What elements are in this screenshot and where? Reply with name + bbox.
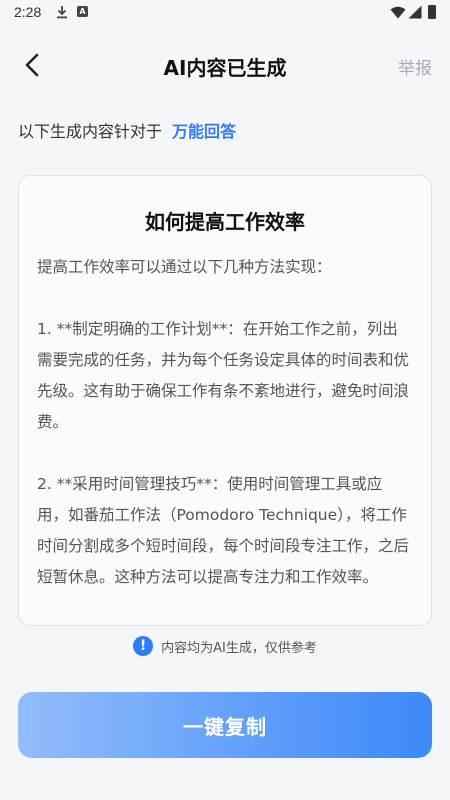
target-prefix: 以下生成内容针对于 <box>18 122 163 141</box>
content-card[interactable]: 如何提高工作效率 提高工作效率可以通过以下几种方法实现： 1. **制定明确的工… <box>18 175 432 626</box>
page-title: AI内容已生成 <box>163 56 287 80</box>
notification-a-icon: A <box>77 6 88 17</box>
content-title: 如何提高工作效率 <box>145 210 305 234</box>
copy-button[interactable]: 一键复制 <box>18 692 432 758</box>
screen: 2:28 A AI内容已生成 举报 以下生成内容针对于 万能回答 如何提高工作效率… <box>0 0 450 800</box>
signal-icon <box>408 5 422 19</box>
wifi-icon <box>390 6 406 19</box>
report-button[interactable]: 举报 <box>398 54 432 79</box>
status-time: 2:28 <box>14 4 42 20</box>
battery-icon <box>428 5 436 19</box>
target-line: 以下生成内容针对于 万能回答 <box>18 118 236 142</box>
disclaimer: ! 内容均为AI生成，仅供参考 <box>0 636 450 660</box>
disclaimer-text: 内容均为AI生成，仅供参考 <box>161 640 317 656</box>
info-icon: ! <box>133 636 154 656</box>
content-intro: 提高工作效率可以通过以下几种方法实现： <box>37 258 332 276</box>
header: AI内容已生成 举报 <box>0 40 450 90</box>
download-icon <box>57 6 67 19</box>
target-name-link[interactable]: 万能回答 <box>172 122 236 141</box>
content-item-2: 2. **采用时间管理技巧**：使用时间管理工具或应用，如番茄工作法（Pomod… <box>37 475 410 586</box>
bottom-area <box>0 782 450 800</box>
content-body: 提高工作效率可以通过以下几种方法实现： 1. **制定明确的工作计划**：在开始… <box>37 252 413 593</box>
content-item-1: 1. **制定明确的工作计划**：在开始工作之前，列出需要完成的任务，并为每个任… <box>37 320 410 431</box>
status-bar: 2:28 A <box>0 0 450 26</box>
